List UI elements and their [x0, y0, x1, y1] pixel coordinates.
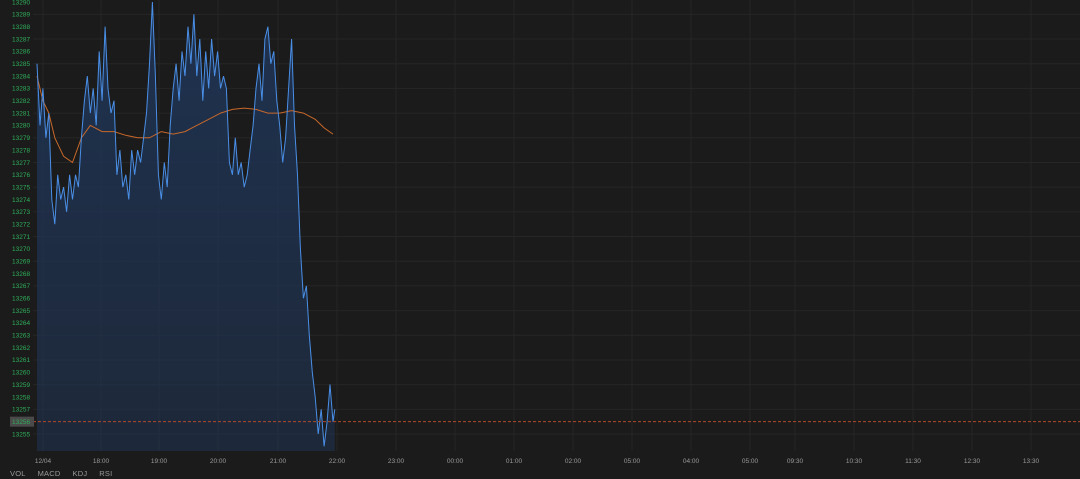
price-axis: 13255 13257 13258 13259 13260 13261 13262 13263… — [10, 0, 34, 438]
indicator-tab-macd[interactable]: MACD — [26, 469, 61, 478]
time-tick-label: 23:00 — [388, 458, 405, 465]
indicator-tab-kdj[interactable]: KDJ — [61, 469, 88, 478]
price-tick-label: 13284 — [12, 73, 30, 80]
price-tick-label: 13258 — [12, 394, 30, 401]
time-tick-label: 22:00 — [329, 458, 346, 465]
time-tick-label: 12:30 — [964, 458, 981, 465]
indicator-tab-bar: VOL MACD KDJ RSI — [0, 467, 1080, 479]
price-tick-label: 13283 — [12, 86, 30, 93]
price-tick-label: 13272 — [12, 221, 30, 228]
time-tick-label: 18:00 — [93, 458, 110, 465]
price-tick-label: 13265 — [12, 308, 30, 315]
price-tick-label: 13289 — [12, 12, 30, 19]
price-tick-label: 13263 — [12, 333, 30, 340]
time-tick-label: 19:00 — [151, 458, 168, 465]
time-tick-label: 13:30 — [1023, 458, 1040, 465]
price-tick-label: 13260 — [12, 370, 30, 377]
price-tick-label: 13274 — [12, 197, 30, 204]
time-tick-label: 10:30 — [846, 458, 863, 465]
price-tick-label: 13264 — [12, 320, 30, 327]
price-tick-label: 13290 — [12, 0, 30, 6]
time-tick-label: 04:00 — [683, 458, 700, 465]
price-tick-label: 13255 — [12, 431, 30, 438]
time-tick-label: 05:00 — [742, 458, 759, 465]
price-tick-label: 13267 — [12, 283, 30, 290]
price-tick-label: 13279 — [12, 135, 30, 142]
time-tick-label: 09:30 — [787, 458, 804, 465]
price-tick-label: 13257 — [12, 407, 30, 414]
price-tick-label: 13286 — [12, 49, 30, 56]
price-tick-label: 13271 — [12, 234, 30, 241]
price-tick-label: 13285 — [12, 61, 30, 68]
price-tick-label: 13280 — [12, 123, 30, 130]
price-tick-label: 13278 — [12, 147, 30, 154]
time-tick-label: 01:00 — [506, 458, 523, 465]
price-tick-label: 13259 — [12, 382, 30, 389]
price-tick-label: 13266 — [12, 296, 30, 303]
time-tick-label: 11:30 — [905, 458, 921, 465]
price-chart[interactable]: 13255 13257 13258 13259 13260 13261 13262 13263… — [0, 0, 1080, 479]
time-tick-label: 21:00 — [270, 458, 287, 465]
price-tick-label: 13262 — [12, 345, 30, 352]
price-tick-label: 13261 — [12, 357, 30, 364]
price-tick-label: 13268 — [12, 271, 30, 278]
time-tick-label: 20:00 — [210, 458, 227, 465]
time-tick-label: 00:00 — [447, 458, 464, 465]
time-tick-label: 12/04 — [35, 458, 52, 465]
current-price-label: 13256 — [12, 419, 30, 426]
time-tick-label: 02:00 — [565, 458, 582, 465]
price-tick-label: 13275 — [12, 184, 30, 191]
price-tick-label: 13276 — [12, 172, 30, 179]
time-tick-label: 05:00 — [624, 458, 641, 465]
price-tick-label: 13288 — [12, 24, 30, 31]
time-axis: 12/04 18:00 19:00 20:00 21:00 22:00 23:00 00:00… — [35, 458, 1040, 465]
price-tick-label: 13281 — [12, 110, 30, 117]
price-tick-label: 13282 — [12, 98, 30, 105]
price-tick-label: 13287 — [12, 36, 30, 43]
price-tick-label: 13270 — [12, 246, 30, 253]
price-tick-label: 13277 — [12, 160, 30, 167]
price-tick-label: 13273 — [12, 209, 30, 216]
indicator-tab-rsi[interactable]: RSI — [87, 469, 112, 478]
indicator-tab-vol[interactable]: VOL — [0, 469, 26, 478]
price-tick-label: 13269 — [12, 259, 30, 266]
